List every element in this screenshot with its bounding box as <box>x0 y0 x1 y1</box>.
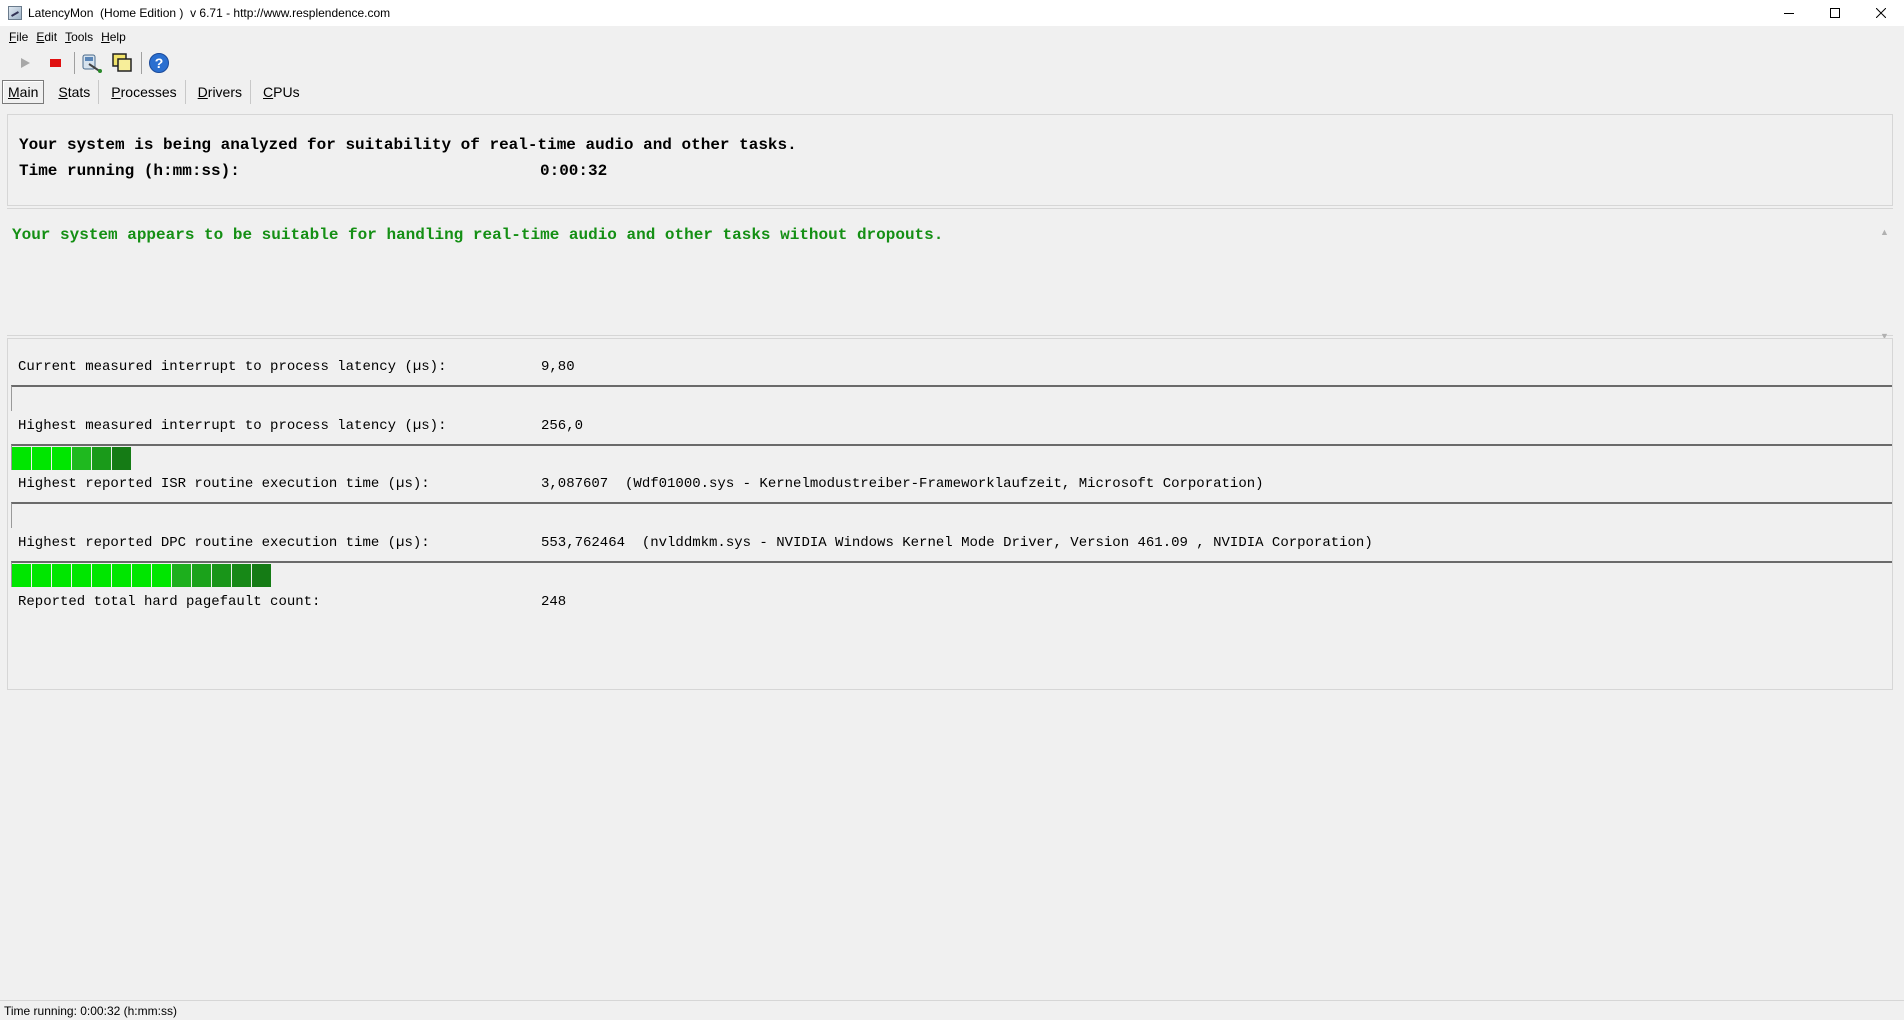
status-text: Time running: 0:00:32 (h:mm:ss) <box>4 1003 177 1018</box>
bar-segment <box>92 564 111 587</box>
bar-segment <box>252 564 271 587</box>
bar-segment <box>232 564 251 587</box>
highest-latency-value: 256,0 <box>541 418 584 434</box>
tab-main[interactable]: Main <box>2 80 45 104</box>
verdict-message: Your system appears to be suitable for h… <box>12 226 944 244</box>
menu-help[interactable]: Help <box>98 30 129 44</box>
highest-latency-bar <box>11 444 1892 470</box>
close-button[interactable] <box>1858 0 1904 26</box>
minimize-button[interactable] <box>1766 0 1812 26</box>
help-button[interactable]: ? <box>146 50 172 76</box>
current-latency-value: 9,80 <box>541 359 575 375</box>
toolbar-separator <box>74 52 75 74</box>
highest-isr-bar <box>11 502 1892 528</box>
current-latency-label: Current measured interrupt to process la… <box>18 359 447 375</box>
stop-icon <box>50 59 61 67</box>
bar-segment <box>112 564 131 587</box>
bar-segment <box>32 447 51 470</box>
minimize-icon <box>1784 13 1794 14</box>
tab-stats[interactable]: Stats <box>50 80 100 104</box>
bar-segment <box>52 447 71 470</box>
bar-segment <box>212 564 231 587</box>
bar-segment <box>72 447 91 470</box>
pagefault-label: Reported total hard pagefault count: <box>18 594 321 610</box>
highest-dpc-value: 553,762464 (nvlddmkm.sys - NVIDIA Window… <box>541 535 1373 551</box>
time-running-value: 0:00:32 <box>540 162 608 180</box>
driver-button[interactable] <box>79 50 105 76</box>
highest-latency-label: Highest measured interrupt to process la… <box>18 418 447 434</box>
tab-drivers[interactable]: Drivers <box>190 80 252 104</box>
stop-button[interactable] <box>42 50 68 76</box>
bar-segment <box>152 564 171 587</box>
start-button[interactable] <box>12 50 38 76</box>
stats-panel: Current measured interrupt to process la… <box>7 338 1893 690</box>
latencymon-app-icon <box>8 6 22 20</box>
verdict-panel: Your system appears to be suitable for h… <box>7 208 1893 341</box>
windows-button[interactable] <box>109 50 135 76</box>
tab-bar: Main Stats Processes Drivers C PUs <box>0 78 1904 104</box>
scroll-up-icon[interactable]: ▲ <box>1880 227 1890 237</box>
highest-isr-label: Highest reported ISR routine execution t… <box>18 476 430 492</box>
bar-segment <box>72 564 91 587</box>
menu-tools[interactable]: Tools <box>62 30 96 44</box>
tab-cpus[interactable]: C PUs <box>255 80 308 104</box>
window-controls <box>1766 0 1904 26</box>
help-icon: ? <box>149 53 169 73</box>
highest-dpc-bar <box>11 561 1892 587</box>
toolbar: ? <box>0 48 1904 78</box>
current-latency-bar <box>11 385 1892 411</box>
bar-segment <box>92 447 111 470</box>
svg-text:?: ? <box>155 55 164 71</box>
verdict-scrollbar[interactable]: ▲ ▼ <box>1877 223 1893 343</box>
analysis-heading: Your system is being analyzed for suitab… <box>19 136 797 154</box>
toolbar-separator <box>141 52 142 74</box>
status-bar: Time running: 0:00:32 (h:mm:ss) <box>0 1000 1904 1020</box>
bar-segment <box>112 447 131 470</box>
bar-segment <box>192 564 211 587</box>
bar-segment <box>132 564 151 587</box>
bar-segment <box>12 447 31 470</box>
driver-icon <box>82 54 102 73</box>
highest-dpc-label: Highest reported DPC routine execution t… <box>18 535 430 551</box>
title-bar: LatencyMon (Home Edition ) v 6.71 - http… <box>0 0 1904 26</box>
pagefault-value: 248 <box>541 594 567 610</box>
play-icon <box>21 58 30 68</box>
menu-edit[interactable]: Edit <box>33 30 60 44</box>
bar-segment <box>12 564 31 587</box>
bar-segment <box>32 564 51 587</box>
maximize-button[interactable] <box>1812 0 1858 26</box>
close-icon <box>1876 8 1886 18</box>
time-running-label: Time running (h:mm:ss): <box>19 162 240 180</box>
maximize-icon <box>1830 8 1840 18</box>
bar-segment <box>172 564 191 587</box>
menu-bar: File Edit Tools Help <box>0 26 1904 48</box>
tab-processes[interactable]: Processes <box>103 80 186 104</box>
highest-isr-value: 3,087607 (Wdf01000.sys - Kernelmodustrei… <box>541 476 1264 492</box>
windows-icon <box>112 53 132 72</box>
bar-segment <box>52 564 71 587</box>
window-title: LatencyMon (Home Edition ) v 6.71 - http… <box>28 6 391 20</box>
analysis-panel: Your system is being analyzed for suitab… <box>7 114 1893 206</box>
menu-file[interactable]: File <box>6 30 31 44</box>
